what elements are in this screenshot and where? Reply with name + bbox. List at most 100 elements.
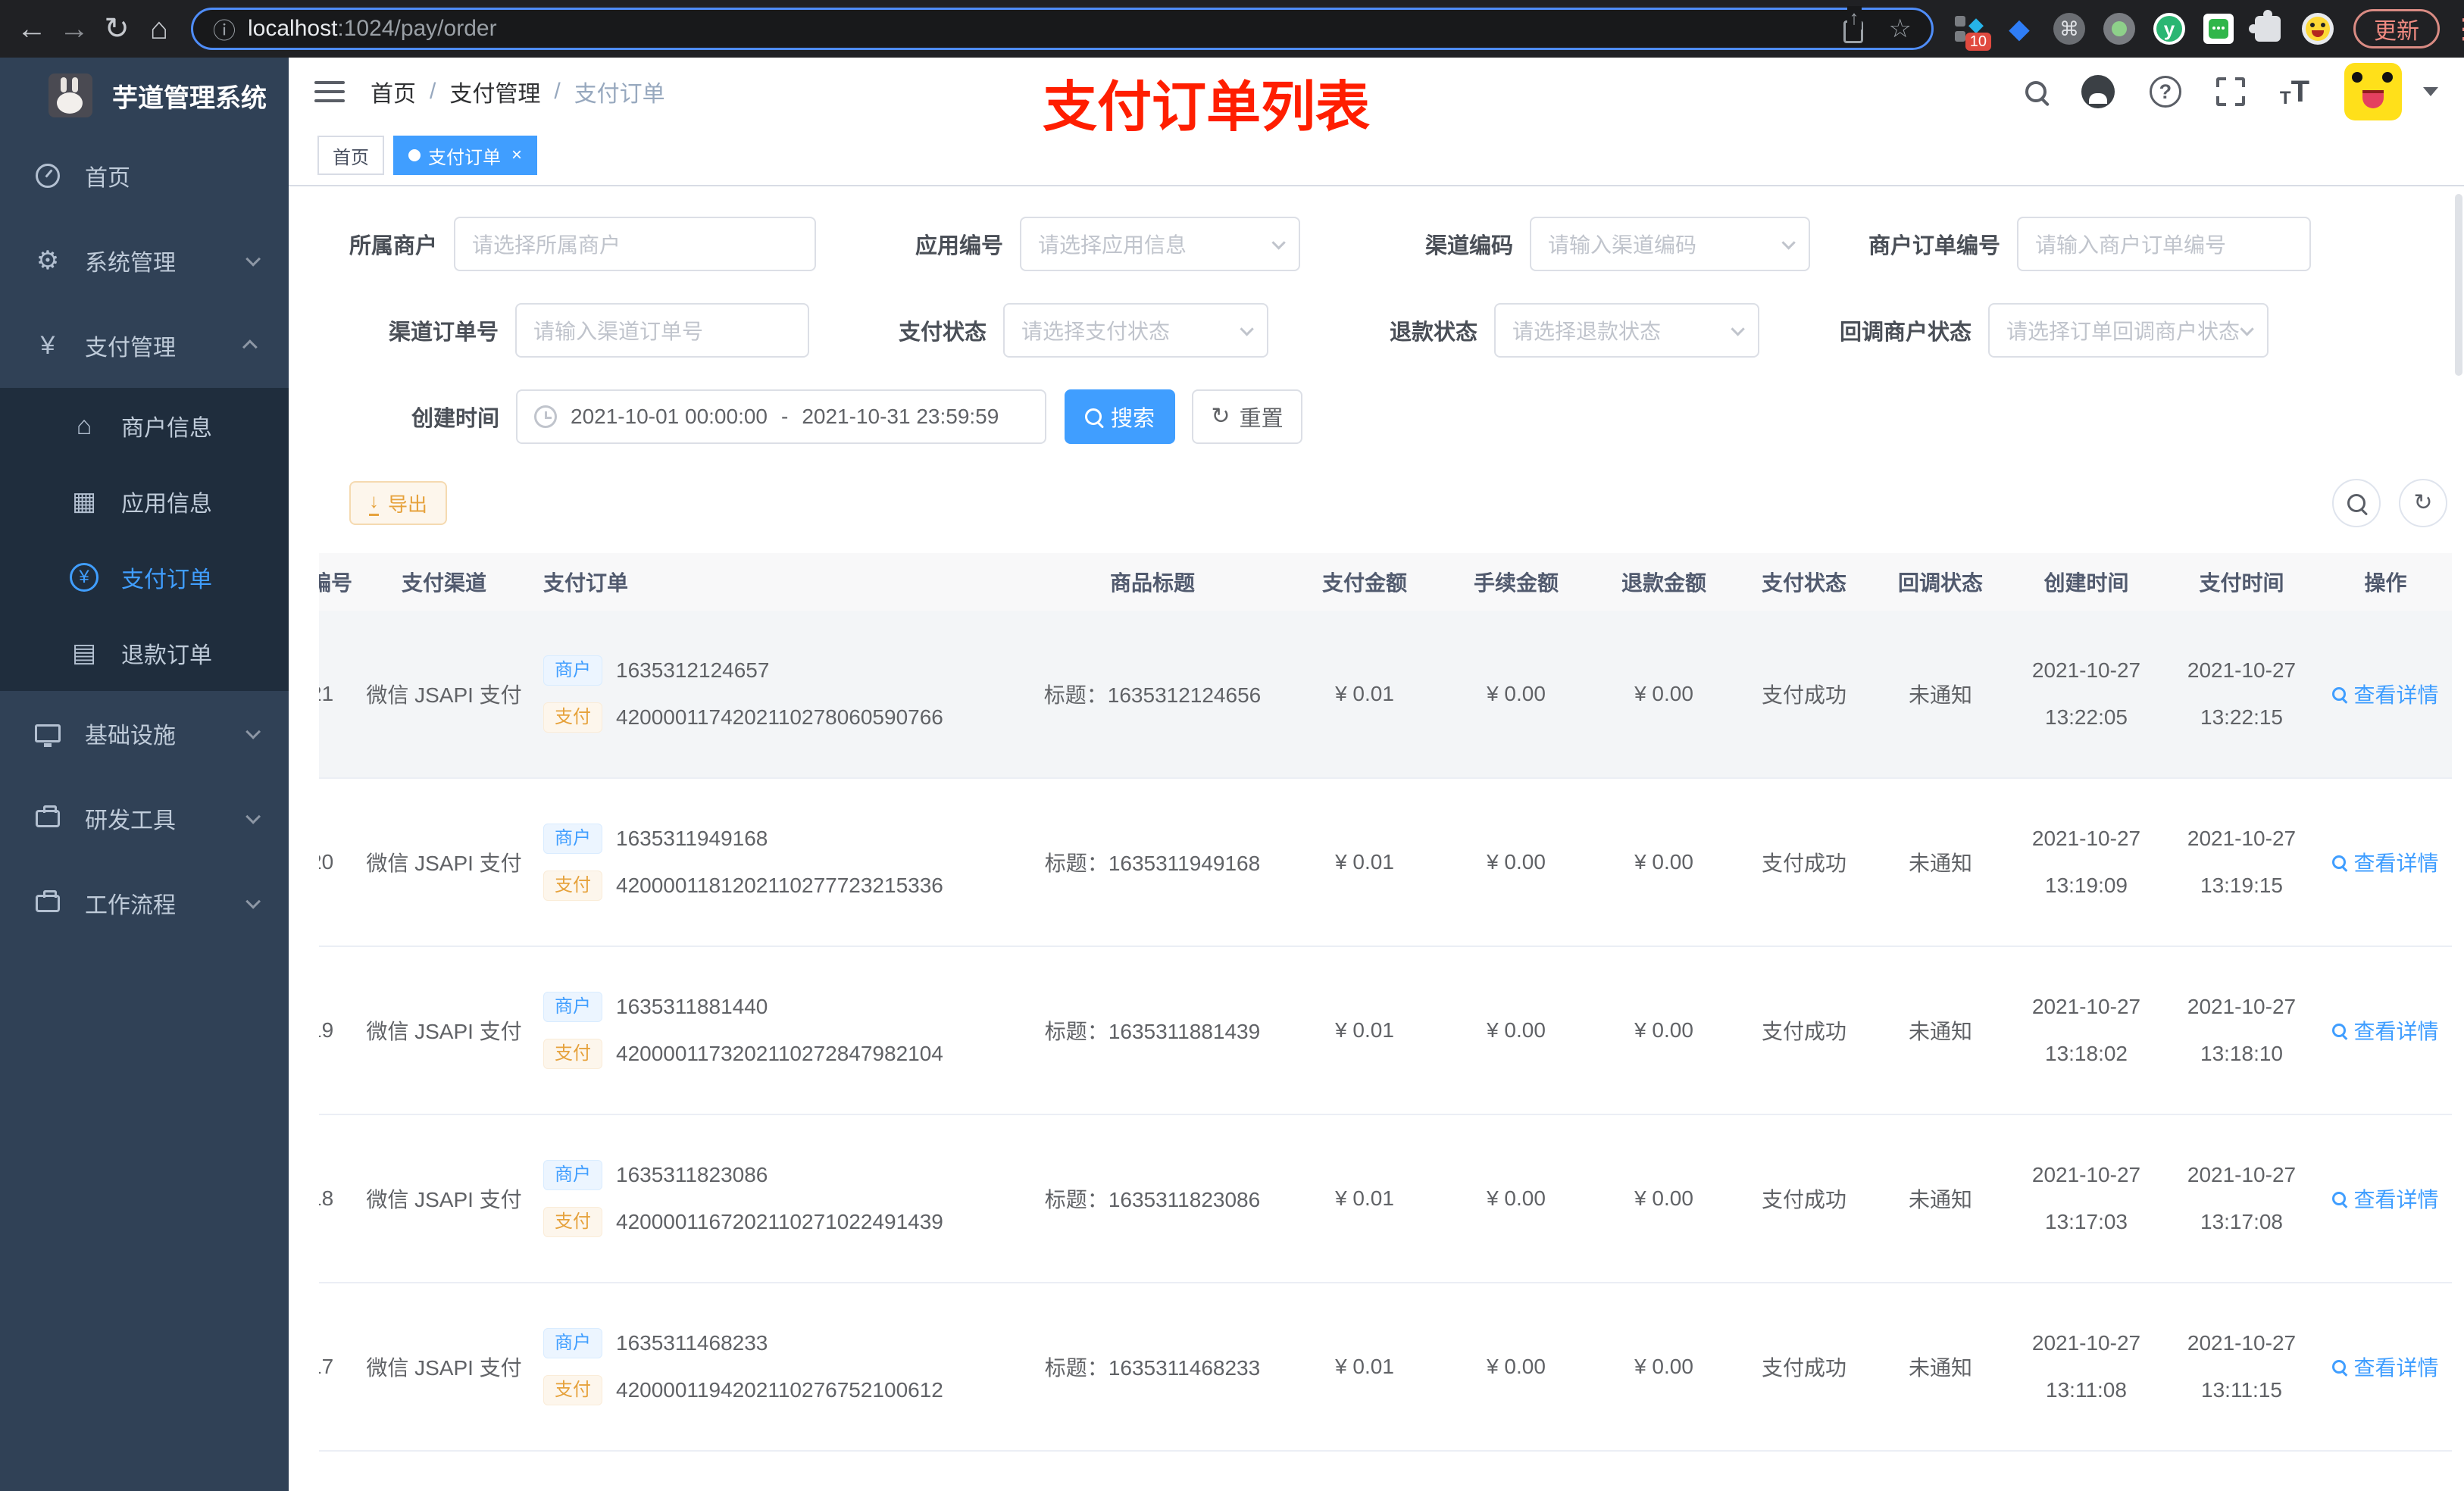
refund-status-select[interactable]: 请选择退款状态 [1494,303,1759,358]
extension-y-icon[interactable]: y [2153,13,2185,45]
table-row: 18 微信 JSAPI 支付 商户1635311823086 支付4200001… [319,1115,2452,1283]
view-detail-link[interactable]: 查看详情 [2319,1352,2452,1382]
app-title: 芋道管理系统 [112,83,267,113]
sidebar-item-refund-order[interactable]: ▤ 退款订单 [0,615,289,691]
breadcrumb-payment[interactable]: 支付管理 [449,75,540,108]
logo-rabbit-image [48,73,92,117]
sidebar-item-system[interactable]: ⚙ 系统管理 [0,218,289,303]
merchant-tag: 商户 [543,655,602,686]
fullscreen-icon[interactable] [2212,74,2248,109]
tab-pay-order[interactable]: 支付订单 × [393,136,538,175]
create-time-range-picker[interactable]: 2021-10-01 00:00:00 - 2021-10-31 23:59:5… [516,389,1046,444]
merchant-tag: 商户 [543,1328,602,1358]
red-annotation-text: 支付订单列表 [1043,77,1371,138]
gear-icon: ⚙ [36,246,60,275]
scrollbar-thumb[interactable] [2455,194,2462,376]
browser-forward-icon[interactable]: → [53,8,95,50]
channel-code-select[interactable]: 请输入渠道编码 [1530,217,1810,271]
sidebar-item-app-info[interactable]: ▦ 应用信息 [0,464,289,539]
extension-chat-icon[interactable] [2203,14,2234,44]
extension-green-dot-icon[interactable] [2103,13,2135,45]
browser-menu-icon[interactable]: ⋮ [2450,13,2464,45]
table-row-partial: 商户1635311251736 [319,1452,2452,1491]
merchant-order-no-label: 商户订单编号 [1868,234,2001,258]
avatar-caret-icon[interactable] [2423,87,2438,96]
browser-reload-icon[interactable]: ↻ [95,8,138,50]
shop-icon: ⌂ [76,411,92,440]
sidebar-item-merchant-info[interactable]: ⌂ 商户信息 [0,388,289,464]
breadcrumb-home[interactable]: 首页 [371,75,416,108]
col-order: 支付订单 [543,571,629,595]
chevron-down-icon [245,724,261,739]
chevron-down-icon [245,808,261,824]
search-icon [2332,1192,2347,1205]
browser-home-icon[interactable]: ⌂ [138,8,180,50]
channel-order-no-input[interactable]: 请输入渠道订单号 [515,303,809,358]
chrome-update-button[interactable]: 更新 [2353,9,2440,48]
browser-back-icon[interactable]: ← [11,8,53,50]
pay-status-select[interactable]: 请选择支付状态 [1003,303,1268,358]
view-detail-link[interactable]: 查看详情 [2319,1183,2452,1214]
github-icon[interactable] [2081,75,2115,108]
refresh-button[interactable]: ↻ [2399,479,2447,527]
refund-status-label: 退款状态 [1390,320,1478,345]
sidebar-item-dev-tools[interactable]: 研发工具 [0,776,289,861]
export-button[interactable]: ↓ 导出 [349,481,448,525]
callback-status-select[interactable]: 请选择订单回调商户状态 [1988,303,2269,358]
date-end: 2021-10-31 23:59:59 [802,405,999,428]
table-header-row: 编号 支付渠道 支付订单 商品标题 支付金额 手续金额 退款金额 支付状态 回调… [319,553,2452,611]
bookmark-star-icon[interactable]: ☆ [1889,14,1912,44]
document-icon: ▤ [71,639,97,667]
pay-tag: 支付 [543,871,602,901]
extension-emoji-icon[interactable] [2302,13,2334,45]
extension-tampermonkey-icon[interactable]: ◆ 10 [1953,13,1991,51]
reset-button[interactable]: ↻ 重置 [1192,389,1302,444]
col-paid: 支付时间 [2199,571,2284,595]
filter-row-3: 创建时间 2021-10-01 00:00:00 - 2021-10-31 23… [319,389,2452,444]
share-icon[interactable] [1843,6,1863,43]
sidebar-item-payment[interactable]: ¥ 支付管理 [0,303,289,388]
app-label: 应用编号 [915,234,1004,258]
sidebar-item-pay-order[interactable]: ¥ 支付订单 [0,539,289,615]
view-detail-link[interactable]: 查看详情 [2319,1015,2452,1046]
extension-puzzle-icon[interactable] [2249,10,2284,45]
create-time-label: 创建时间 [411,407,500,431]
sidebar-item-infrastructure[interactable]: 基础设施 [0,691,289,776]
view-detail-link[interactable]: 查看详情 [2319,847,2452,877]
top-navbar: 首页 / 支付管理 / 支付订单 ? TT [289,58,2464,126]
search-icon[interactable] [2025,81,2047,102]
extension-command-icon[interactable]: ⌘ [2053,13,2085,45]
status-badge: 支付成功 [1761,852,1846,875]
callback-status-label: 回调商户状态 [1840,320,1972,345]
search-icon [2332,687,2347,701]
merchant-tag: 商户 [543,992,602,1022]
user-avatar[interactable] [2344,63,2402,120]
collapse-sidebar-icon[interactable] [314,81,345,102]
chevron-down-icon [1271,235,1286,250]
search-icon [2347,494,2366,512]
extension-gem-icon[interactable]: ◆ [2003,13,2035,45]
search-button[interactable]: 搜索 [1065,389,1175,444]
site-info-icon[interactable]: ⓘ [213,12,236,45]
col-title: 商品标题 [1109,571,1195,595]
date-separator: - [781,405,789,428]
refresh-icon: ↻ [2413,490,2433,515]
status-badge: 支付成功 [1761,1020,1846,1043]
sidebar-item-workflow[interactable]: 工作流程 [0,861,289,946]
merchant-input[interactable]: 请选择所属商户 [454,217,816,271]
chevron-up-icon [242,339,258,355]
show-search-toggle-button[interactable] [2332,479,2381,527]
search-icon [1084,408,1102,425]
breadcrumb: 首页 / 支付管理 / 支付订单 [371,75,665,108]
view-detail-link[interactable]: 查看详情 [2319,679,2452,709]
help-icon[interactable]: ? [2149,76,2181,108]
sidebar-item-home[interactable]: 首页 [0,133,289,218]
close-tab-icon[interactable]: × [511,145,522,166]
address-bar[interactable]: ⓘ localhost:1024/pay/order ☆ [191,6,1934,50]
tab-home[interactable]: 首页 [317,136,384,175]
table-row: 20 微信 JSAPI 支付 商户1635311949168 支付4200001… [319,779,2452,947]
merchant-order-no-input[interactable]: 请输入商户订单编号 [2017,217,2311,271]
app-select[interactable]: 请选择应用信息 [1020,217,1300,271]
font-size-icon[interactable]: TT [2280,75,2309,109]
chevron-down-icon [245,893,261,909]
